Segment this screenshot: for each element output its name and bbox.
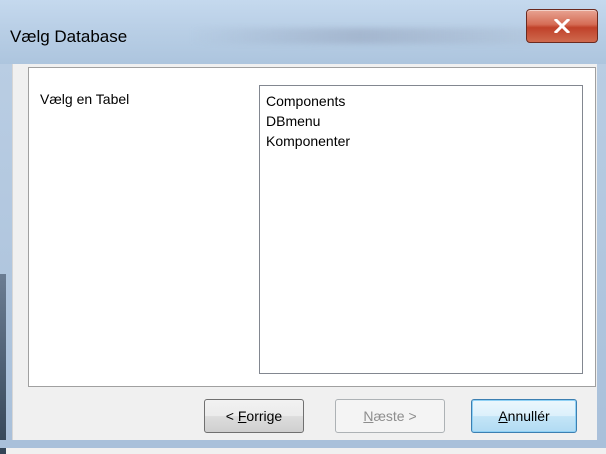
background-window-edge [0, 274, 6, 454]
previous-button[interactable]: < Forrige [204, 399, 304, 433]
window-left-border [0, 64, 12, 454]
window-title: Vælg Database [10, 27, 128, 46]
table-list-item[interactable]: DBmenu [264, 111, 578, 131]
table-list-item[interactable]: Components [264, 91, 578, 111]
next-button[interactable]: Næste > [335, 399, 445, 433]
title-bar[interactable]: Vælg Database [0, 0, 606, 64]
cancel-button[interactable]: Annullér [471, 399, 577, 433]
choose-table-label: Vælg en Tabel [40, 91, 130, 107]
next-button-label: æste > [373, 408, 417, 424]
previous-button-prefix: < [225, 408, 238, 424]
table-list-item[interactable]: Komponenter [264, 131, 578, 151]
table-listbox[interactable]: Components DBmenu Komponenter [259, 85, 583, 374]
window-right-border [596, 64, 606, 448]
blurred-background-text [190, 28, 530, 44]
cancel-button-mnemonic: A [498, 408, 508, 424]
close-button[interactable] [526, 9, 598, 43]
cancel-button-label: nnullér [507, 408, 550, 424]
next-button-mnemonic: N [363, 408, 374, 424]
window-bottom-border [0, 440, 606, 448]
close-icon [554, 19, 570, 33]
previous-button-label: orrige [246, 408, 283, 424]
